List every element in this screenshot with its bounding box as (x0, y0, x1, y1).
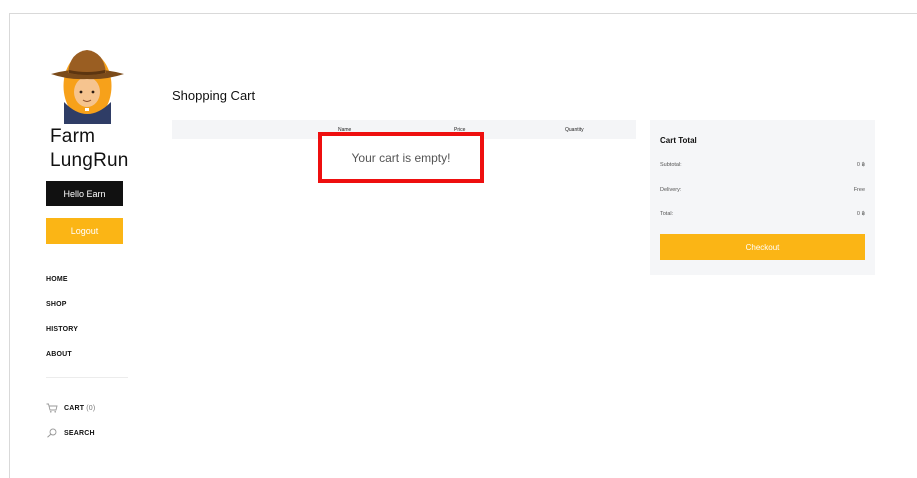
nav-divider (46, 377, 128, 378)
user-greeting-button[interactable]: Hello Earn (46, 181, 123, 206)
farmer-avatar (51, 50, 124, 124)
delivery-label: Delivery: (660, 187, 682, 193)
brand-title: Farm LungRun (50, 126, 129, 171)
cart-label: CART (64, 404, 85, 412)
total-label: Total: (660, 211, 674, 217)
logout-label: Logout (70, 226, 99, 236)
checkout-button[interactable]: Checkout (660, 234, 865, 260)
subtotal-label: Subtotal: (660, 162, 682, 168)
subtotal-value: 0 ฿ (856, 162, 865, 168)
nav-history[interactable]: HISTORY (46, 320, 136, 345)
cart-total-panel: Cart Total Subtotal: 0 ฿ Delivery: Free … (650, 120, 875, 275)
empty-cart-message: Your cart is empty! (318, 132, 484, 183)
empty-cart-text: Your cart is empty! (351, 151, 451, 165)
checkout-label: Checkout (745, 242, 780, 252)
user-greeting-label: Hello Earn (63, 188, 106, 199)
nav-shop[interactable]: SHOP (46, 295, 136, 320)
search-link[interactable]: SEARCH (46, 428, 95, 438)
column-quantity: Quantity (565, 127, 584, 133)
nav-home[interactable]: HOME (46, 270, 136, 295)
search-label: SEARCH (64, 429, 95, 437)
cart-count: (0) (86, 404, 96, 412)
cart-icon (46, 403, 58, 413)
total-row: Total: 0 ฿ (660, 211, 865, 217)
delivery-value: Free (853, 187, 865, 193)
main-nav: HOME SHOP HISTORY ABOUT (46, 270, 136, 370)
delivery-row: Delivery: Free (660, 187, 865, 193)
subtotal-row: Subtotal: 0 ฿ (660, 162, 865, 168)
logout-button[interactable]: Logout (46, 218, 123, 244)
nav-about[interactable]: ABOUT (46, 345, 136, 370)
cart-total-title: Cart Total (660, 136, 697, 145)
total-value: 0 ฿ (856, 211, 865, 217)
search-icon (46, 428, 58, 438)
cart-link[interactable]: CART (0) (46, 403, 95, 413)
page-title: Shopping Cart (172, 88, 256, 103)
